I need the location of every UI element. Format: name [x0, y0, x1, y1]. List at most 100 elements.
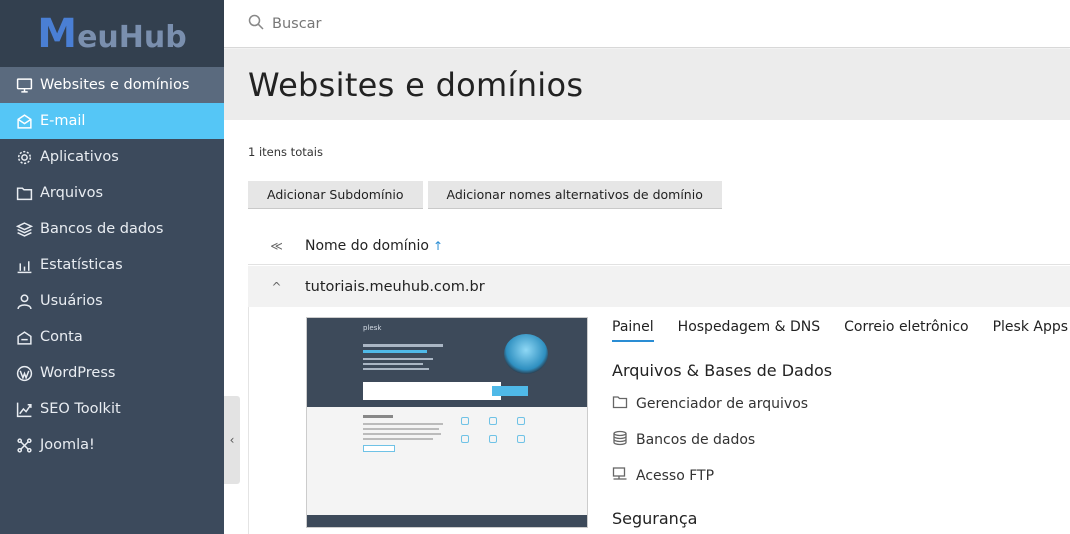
- chevron-left-icon: ‹: [229, 433, 235, 447]
- folder-icon: [16, 185, 33, 202]
- account-icon: [16, 329, 33, 346]
- wordpress-icon: [16, 365, 33, 382]
- preview-header: plesk: [307, 318, 587, 407]
- preview-line: [363, 344, 443, 347]
- domain-tabs: Painel Hospedagem & DNS Correio eletrôni…: [612, 319, 1068, 342]
- preview-square: [461, 417, 469, 425]
- sidebar-item-email[interactable]: E-mail: [0, 103, 224, 139]
- sidebar-item-label: Aplicativos: [40, 149, 119, 165]
- bar-chart-icon: [16, 257, 33, 274]
- sidebar-item-apps[interactable]: Aplicativos: [0, 139, 224, 175]
- preview-square: [517, 417, 525, 425]
- preview-bar: [363, 382, 501, 400]
- page-title: Websites e domínios: [248, 65, 584, 104]
- sidebar-item-label: Joomla!: [40, 437, 95, 453]
- preview-line: [363, 428, 439, 430]
- logo-text: euHub: [77, 19, 187, 55]
- preview-square: [489, 417, 497, 425]
- preview-button: [492, 386, 528, 396]
- monitor-icon: [16, 77, 33, 94]
- domain-row: ^ tutoriais.meuhub.com.br: [248, 266, 1070, 307]
- file-manager-link[interactable]: Gerenciador de arquivos: [612, 394, 808, 414]
- sidebar-item-label: E-mail: [40, 113, 86, 129]
- tab-plesk-apps[interactable]: Plesk Apps: [993, 319, 1068, 342]
- logo-m-mark: M: [37, 10, 78, 57]
- row-collapse-icon[interactable]: ^: [248, 280, 305, 294]
- preview-line: [363, 358, 433, 360]
- preview-plesk-label: plesk: [363, 324, 382, 332]
- link-label: Gerenciador de arquivos: [636, 396, 809, 412]
- preview-footer: [307, 515, 587, 527]
- preview-line: [363, 445, 395, 452]
- tab-painel[interactable]: Painel: [612, 319, 654, 342]
- tab-email[interactable]: Correio eletrônico: [844, 319, 968, 342]
- sidebar: MeuHub Websites e domínios E-mail Aplica…: [0, 0, 224, 534]
- toolbar: Adicionar Subdomínio Adicionar nomes alt…: [248, 181, 722, 209]
- ftp-icon: [612, 466, 636, 486]
- preview-line: [363, 363, 423, 365]
- sidebar-item-seo[interactable]: SEO Toolkit: [0, 391, 224, 427]
- sidebar-item-users[interactable]: Usuários: [0, 283, 224, 319]
- sidebar-item-joomla[interactable]: Joomla!: [0, 427, 224, 463]
- mail-icon: [16, 113, 33, 130]
- sidebar-item-wordpress[interactable]: WordPress: [0, 355, 224, 391]
- sidebar-nav: Websites e domínios E-mail Aplicativos A…: [0, 67, 224, 463]
- main-content: 1 itens totais Adicionar Subdomínio Adic…: [248, 120, 1070, 534]
- domain-detail-panel: plesk Painel Hospedagem & DNS Correio el…: [248, 307, 1070, 534]
- collapse-all-icon[interactable]: ≪: [248, 239, 305, 253]
- database-icon: [612, 430, 636, 450]
- preview-line: [363, 415, 393, 418]
- joomla-icon: [16, 437, 33, 454]
- preview-square: [489, 435, 497, 443]
- column-header-label: Nome do domínio: [305, 237, 429, 254]
- search-input[interactable]: [272, 15, 572, 32]
- sidebar-item-label: Estatísticas: [40, 257, 123, 273]
- seo-chart-icon: [16, 401, 33, 418]
- link-label: Bancos de dados: [636, 432, 756, 448]
- gear-icon: [16, 149, 33, 166]
- sidebar-item-label: Bancos de dados: [40, 221, 164, 237]
- search-icon: [248, 14, 264, 34]
- sidebar-item-label: SEO Toolkit: [40, 401, 121, 417]
- preview-body: [307, 407, 587, 517]
- user-icon: [16, 293, 33, 310]
- ftp-access-link[interactable]: Acesso FTP: [612, 466, 714, 486]
- tab-hosting-dns[interactable]: Hospedagem & DNS: [678, 319, 820, 342]
- preview-line: [363, 368, 429, 370]
- layers-icon: [16, 221, 33, 238]
- sort-ascending-icon: ↑: [432, 238, 444, 253]
- preview-square: [517, 435, 525, 443]
- databases-link[interactable]: Bancos de dados: [612, 430, 755, 450]
- link-label: Acesso FTP: [636, 468, 715, 484]
- preview-line: [363, 423, 443, 425]
- domain-name[interactable]: tutoriais.meuhub.com.br: [305, 279, 485, 295]
- sidebar-collapse-handle[interactable]: ‹: [224, 396, 240, 484]
- folder-icon: [612, 394, 636, 414]
- sidebar-item-label: Websites e domínios: [40, 77, 190, 93]
- preview-line: [363, 350, 427, 353]
- sidebar-item-label: Arquivos: [40, 185, 104, 201]
- preview-square: [461, 435, 469, 443]
- sidebar-item-label: Usuários: [40, 293, 103, 309]
- preview-line: [363, 438, 433, 440]
- top-bar: [224, 0, 1070, 48]
- column-header-domain-name[interactable]: Nome do domínio ↑: [305, 238, 443, 254]
- total-items-count: 1 itens totais: [248, 145, 323, 159]
- preview-illustration: [504, 334, 548, 374]
- brand-logo[interactable]: MeuHub: [0, 0, 224, 67]
- list-header: ≪ Nome do domínio ↑: [248, 227, 1070, 265]
- add-subdomain-button[interactable]: Adicionar Subdomínio: [248, 181, 423, 209]
- sidebar-item-label: WordPress: [40, 365, 116, 381]
- section-title-security: Segurança: [612, 509, 698, 528]
- add-domain-alias-button[interactable]: Adicionar nomes alternativos de domínio: [427, 181, 722, 209]
- sidebar-item-label: Conta: [40, 329, 83, 345]
- page-header: Websites e domínios: [224, 49, 1070, 120]
- site-preview-thumbnail[interactable]: plesk: [306, 317, 588, 528]
- sidebar-item-databases[interactable]: Bancos de dados: [0, 211, 224, 247]
- section-title-files-databases: Arquivos & Bases de Dados: [612, 361, 833, 380]
- sidebar-item-files[interactable]: Arquivos: [0, 175, 224, 211]
- sidebar-item-account[interactable]: Conta: [0, 319, 224, 355]
- sidebar-item-stats[interactable]: Estatísticas: [0, 247, 224, 283]
- preview-line: [363, 433, 441, 435]
- sidebar-item-websites[interactable]: Websites e domínios: [0, 67, 224, 103]
